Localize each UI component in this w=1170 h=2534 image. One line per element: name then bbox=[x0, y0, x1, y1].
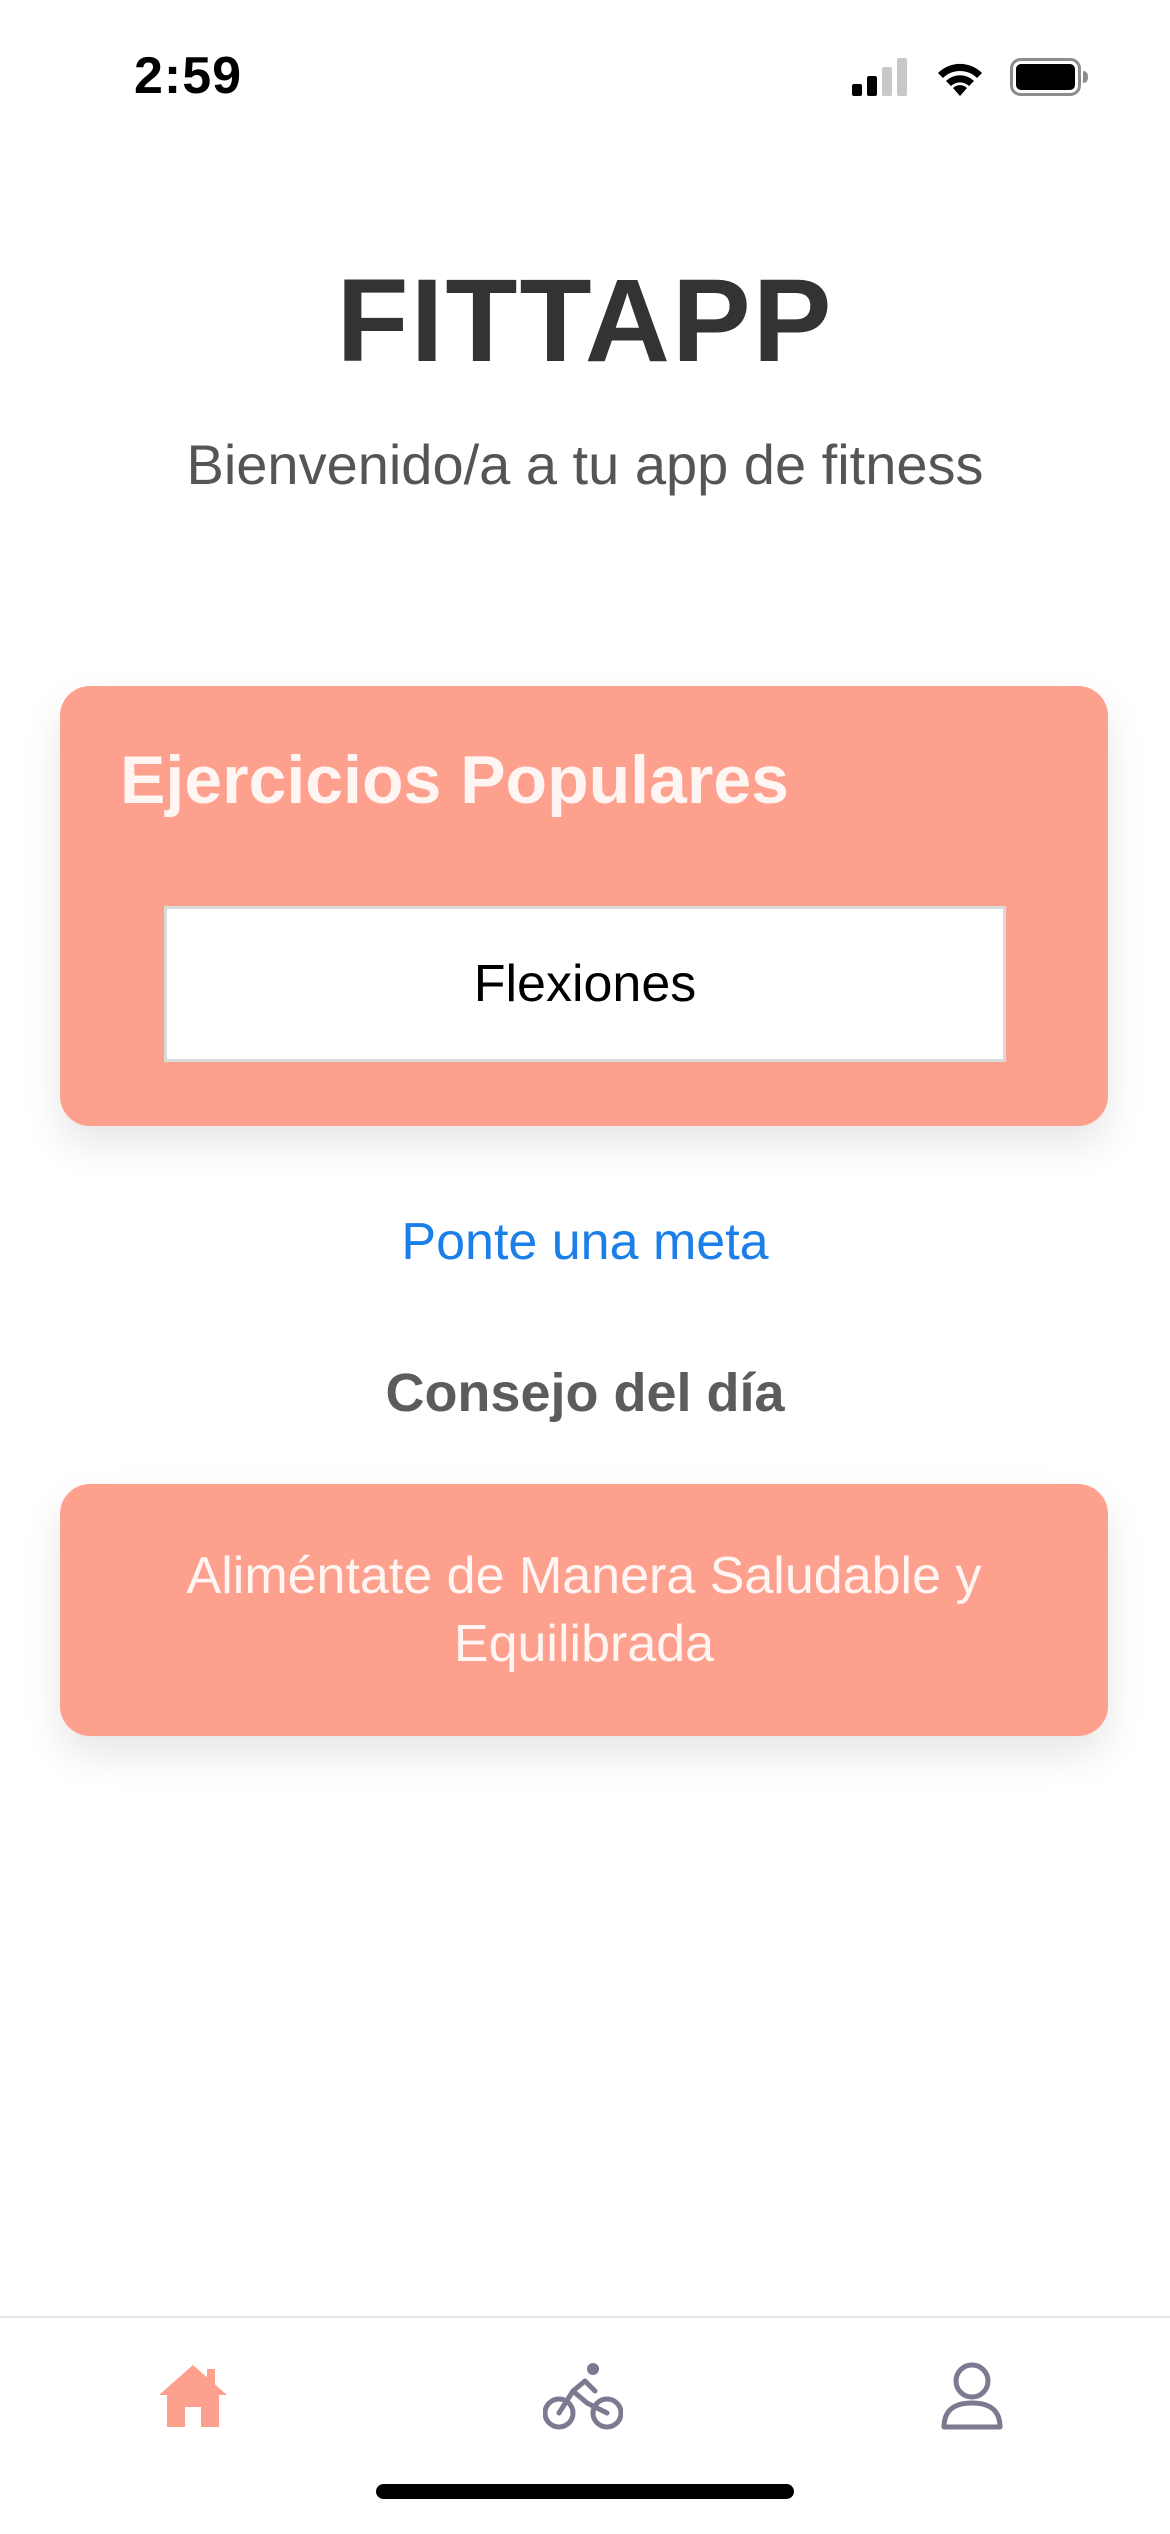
home-indicator[interactable] bbox=[376, 2484, 794, 2499]
set-goal-link[interactable]: Ponte una meta bbox=[0, 1216, 1170, 1268]
exercise-item-flexiones[interactable]: Flexiones bbox=[164, 906, 1006, 1062]
tip-card: Aliméntate de Manera Saludable y Equilib… bbox=[60, 1484, 1108, 1736]
wifi-icon bbox=[934, 58, 986, 96]
popular-exercises-card: Ejercicios Populares Flexiones bbox=[60, 686, 1108, 1126]
status-icons bbox=[852, 52, 1090, 102]
person-icon bbox=[940, 2361, 1004, 2436]
tab-bar bbox=[0, 2316, 1170, 2534]
tab-activity[interactable] bbox=[523, 2348, 643, 2448]
battery-icon bbox=[1010, 58, 1090, 96]
status-time: 2:59 bbox=[134, 47, 243, 105]
tip-of-the-day-heading: Consejo del día bbox=[385, 1363, 785, 1423]
cellular-signal-icon bbox=[852, 58, 910, 96]
bicycle-icon bbox=[542, 2361, 624, 2436]
tip-text: Aliméntate de Manera Saludable y Equilib… bbox=[186, 1547, 982, 1673]
tab-profile[interactable] bbox=[912, 2348, 1032, 2448]
app-title: FITTAPP bbox=[336, 255, 834, 387]
tab-home[interactable] bbox=[133, 2348, 253, 2448]
popular-exercises-heading: Ejercicios Populares bbox=[120, 742, 789, 818]
home-icon bbox=[157, 2363, 229, 2434]
welcome-subtitle: Bienvenido/a a tu app de fitness bbox=[186, 433, 984, 496]
